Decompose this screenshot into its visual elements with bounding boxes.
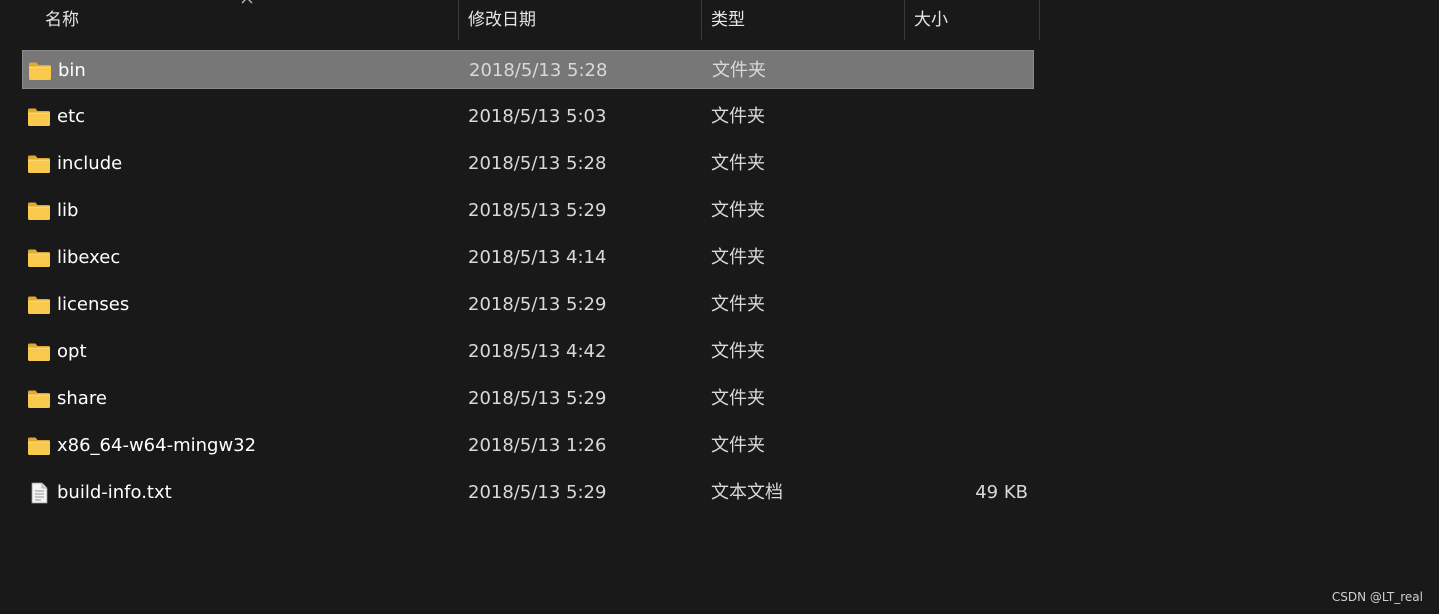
file-type: 文件夹 [711,247,765,268]
column-header-date[interactable]: 修改日期 [459,0,702,40]
file-name: bin [58,60,86,81]
file-type: 文件夹 [711,388,765,409]
file-name: opt [57,341,87,362]
file-type: 文件夹 [711,153,765,174]
file-name: x86_64-w64-mingw32 [57,435,257,456]
column-divider[interactable] [1039,0,1040,40]
file-modified-date: 2018/5/13 4:14 [468,247,607,268]
watermark: CSDN @LT_real [1331,590,1423,604]
file-row[interactable]: bin 2018/5/13 5:28 文件夹 [22,50,1034,89]
file-type: 文件夹 [712,60,766,81]
file-row[interactable]: lib 2018/5/13 5:29 文件夹 [22,191,1034,230]
file-modified-date: 2018/5/13 5:29 [468,388,607,409]
folder-icon [27,153,51,175]
column-header-name[interactable]: 名称 [0,0,459,40]
column-header-type[interactable]: 类型 [702,0,905,40]
file-row[interactable]: licenses 2018/5/13 5:29 文件夹 [22,285,1034,324]
file-modified-date: 2018/5/13 4:42 [468,341,607,362]
file-modified-date: 2018/5/13 5:29 [468,482,607,503]
folder-icon [27,388,51,410]
file-modified-date: 2018/5/13 5:29 [468,294,607,315]
file-type: 文件夹 [711,435,765,456]
file-name: include [57,153,123,174]
folder-icon [27,247,51,269]
folder-icon [27,435,51,457]
column-header-name-label: 名称 [45,10,79,30]
file-modified-date: 2018/5/13 5:28 [468,153,607,174]
folder-icon [27,200,51,222]
file-modified-date: 2018/5/13 5:29 [468,200,607,221]
file-type: 文件夹 [711,294,765,315]
file-row[interactable]: opt 2018/5/13 4:42 文件夹 [22,332,1034,371]
file-row[interactable]: include 2018/5/13 5:28 文件夹 [22,144,1034,183]
file-name: build-info.txt [57,482,172,503]
file-explorer: 名称 修改日期 类型 大小 bin 2018/5/13 5:28 文件夹 etc 201… [0,0,1439,614]
file-row[interactable]: etc 2018/5/13 5:03 文件夹 [22,97,1034,136]
file-name: etc [57,106,86,127]
file-modified-date: 2018/5/13 5:03 [468,106,607,127]
file-name: licenses [57,294,130,315]
file-modified-date: 2018/5/13 1:26 [468,435,607,456]
file-modified-date: 2018/5/13 5:28 [469,60,608,81]
file-row[interactable]: share 2018/5/13 5:29 文件夹 [22,379,1034,418]
file-name: libexec [57,247,121,268]
file-row[interactable]: libexec 2018/5/13 4:14 文件夹 [22,238,1034,277]
file-row[interactable]: x86_64-w64-mingw32 2018/5/13 1:26 文件夹 [22,426,1034,465]
folder-icon [28,60,52,82]
column-header-bar: 名称 修改日期 类型 大小 [0,0,1040,40]
column-header-size-label: 大小 [914,10,948,30]
file-name: share [57,388,107,409]
file-type: 文本文档 [711,482,783,503]
file-size: 49 KB [975,482,1028,503]
file-type: 文件夹 [711,106,765,127]
folder-icon [27,294,51,316]
column-header-type-label: 类型 [711,10,745,30]
folder-icon [27,106,51,128]
column-header-size[interactable]: 大小 [905,0,1040,40]
file-type: 文件夹 [711,341,765,362]
column-header-date-label: 修改日期 [468,10,536,30]
file-name: lib [57,200,79,221]
text-file-icon [27,482,51,504]
folder-icon [27,341,51,363]
file-type: 文件夹 [711,200,765,221]
file-row[interactable]: build-info.txt 2018/5/13 5:29 文本文档 49 KB [22,473,1034,512]
